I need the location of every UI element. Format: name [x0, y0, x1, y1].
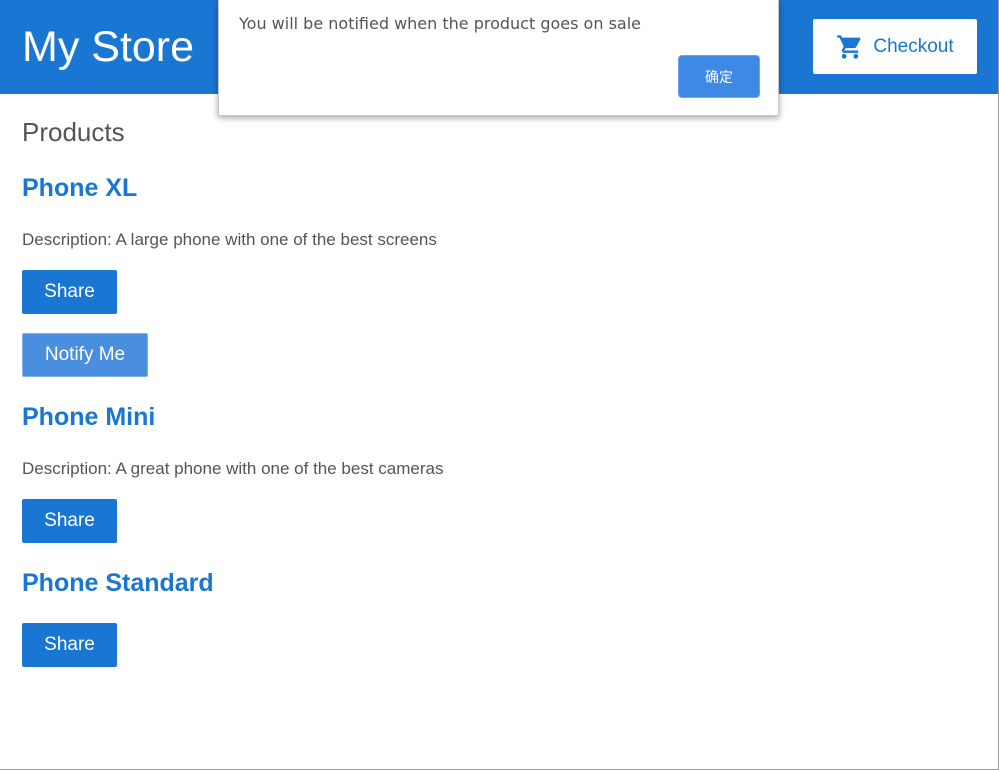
alert-message: You will be notified when the product go… [239, 14, 641, 33]
store-brand-link[interactable]: My Store [22, 22, 194, 72]
alert-ok-button[interactable]: 确定 [679, 56, 759, 97]
shopping-cart-icon [837, 34, 861, 59]
checkout-label: Checkout [873, 35, 954, 57]
product-description: Description: A great phone with one of t… [22, 459, 444, 478]
product-name-link[interactable]: Phone XL [22, 173, 137, 203]
product-name-link[interactable]: Phone Mini [22, 402, 155, 432]
share-button[interactable]: Share [22, 270, 117, 314]
browser-viewport: My Store Checkout Products Phone XL Desc… [0, 0, 999, 770]
share-button[interactable]: Share [22, 623, 117, 667]
page-title: Products [22, 117, 125, 147]
product-name-link[interactable]: Phone Standard [22, 568, 214, 598]
alert-dialog: You will be notified when the product go… [218, 0, 779, 116]
notify-me-button[interactable]: Notify Me [22, 333, 148, 377]
checkout-button[interactable]: Checkout [813, 19, 977, 74]
share-button[interactable]: Share [22, 499, 117, 543]
product-description: Description: A large phone with one of t… [22, 230, 437, 249]
